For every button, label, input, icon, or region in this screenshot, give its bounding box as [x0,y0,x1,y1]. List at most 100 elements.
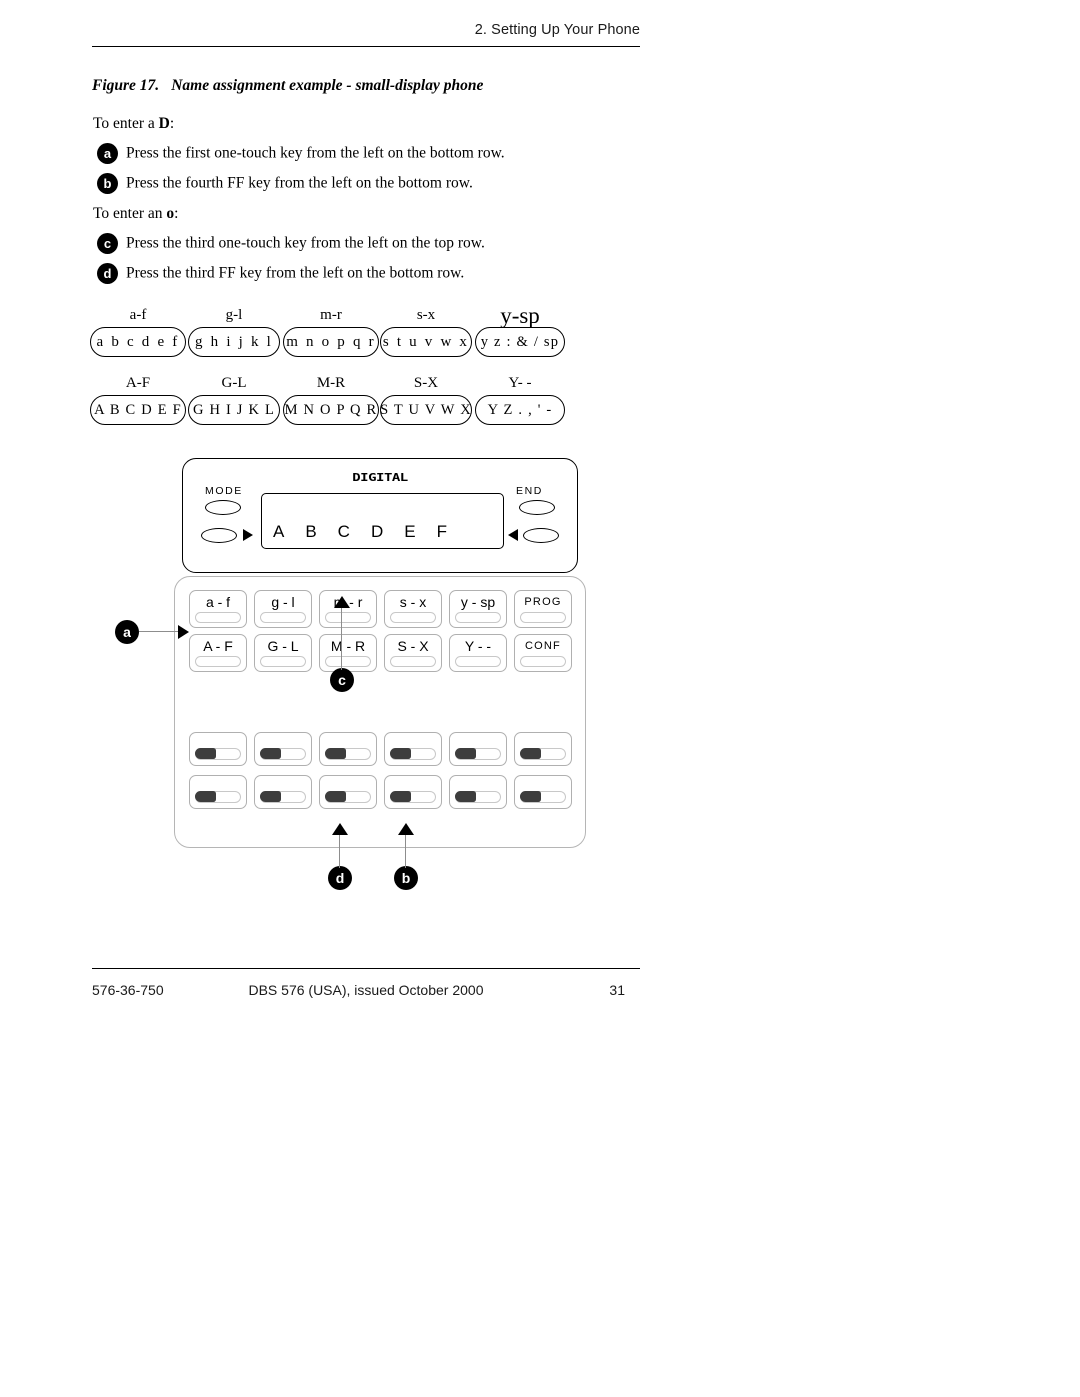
figure-title: Name assignment example - small-display … [171,77,484,94]
alphabet-letters-A-F: A B C D E F [90,395,186,425]
conf-key[interactable]: CONF [514,634,572,672]
ff-key-top-5[interactable] [449,732,507,766]
alphabet-letters-S-T-U-V-W-X: S T U V W X [380,395,472,425]
alphabet-letters-y-sp: y z : & / sp [475,327,565,357]
ff-key-top-1-slot [195,748,241,760]
onetouch-key-s-x-label: s - x [399,594,427,610]
alphabet-label-s-x: s-x [416,307,436,323]
onetouch-key-S-X[interactable]: S - X [384,634,442,672]
ff-key-bottom-6-slot [520,791,566,803]
ff-key-bottom-4[interactable] [384,775,442,809]
onetouch-key-G-L-label: G - L [267,638,299,654]
ff-key-bottom-1[interactable] [189,775,247,809]
instruction-step-c: c Press the third one-touch key from the … [97,233,485,259]
alphabet-row-uppercase: A-F A B C D E F G-L G H I J K L M-R M N … [90,374,570,436]
right-soft-key-button[interactable] [523,528,559,543]
onetouch-key-M-R[interactable]: M - R [319,634,377,672]
onetouch-key-y-sp[interactable]: y - sp [449,590,507,628]
onetouch-key-a-f-label: a - f [205,594,231,610]
alphabet-row-lowercase: a-f a b c d e f g-l g h i j k l m-r m n … [90,304,570,368]
ff-key-bottom-6[interactable] [514,775,572,809]
ff-key-top-6[interactable] [514,732,572,766]
phone-diagram: DIGITAL MODE END ABCDEF a - f g - l m - … [174,458,586,848]
phone-key-housing: a - f g - l m - r s - x y - sp PROG A - … [174,576,586,848]
mode-key-label: MODE [205,485,243,497]
callout-marker-d: d [328,866,352,890]
ff-key-bottom-5[interactable] [449,775,507,809]
step-text-c: Press the third one-touch key from the l… [126,234,485,252]
alphabet-group-y-sp-lower: y-sp y z : & / sp [475,304,565,357]
alphabet-label-g-l: g-l [225,307,243,323]
phone-display-housing: DIGITAL MODE END ABCDEF [182,458,578,573]
alphabet-letters-m-r: m n o p q r [283,327,379,357]
ff-key-top-4[interactable] [384,732,442,766]
alphabet-group-m-r-upper: M-R M N O P Q R [283,374,379,425]
onetouch-key-Y[interactable]: Y - - [449,634,507,672]
onetouch-key-s-x[interactable]: s - x [384,590,442,628]
alphabet-group-g-l-lower: g-l g h i j k l [188,306,280,357]
ff-key-top-3[interactable] [319,732,377,766]
mode-key-button[interactable] [205,500,241,515]
onetouch-key-G-L[interactable]: G - L [254,634,312,672]
step-marker-d-icon: d [97,263,118,284]
onetouch-key-S-X-label: S - X [397,638,429,654]
alphabet-group-s-x-lower: s-x s t u v w x [380,306,472,357]
prog-key[interactable]: PROG [514,590,572,628]
ff-key-bottom-3[interactable] [319,775,377,809]
lead-in-enter-d: To enter a D: [93,115,174,133]
onetouch-key-M-R-label: M - R [330,638,366,654]
callout-marker-b: b [394,866,418,890]
ff-key-bottom-3-slot [325,791,371,803]
ff-key-bottom-5-slot [455,791,501,803]
onetouch-key-a-f-slot [195,612,241,623]
callout-a-leader-line [139,631,178,633]
alphabet-letters-s-x: s t u v w x [380,327,472,357]
alphabet-assignment-chart: a-f a b c d e f g-l g h i j k l m-r m n … [90,304,570,440]
conf-key-label: CONF [525,640,561,652]
lead-in-d-char: D [158,115,170,132]
lcd-display-text: ABCDEF [273,522,468,541]
ff-key-top-2-slot [260,748,306,760]
callout-b-leader-line [405,833,407,868]
callout-c-arrowhead-icon [334,596,350,608]
callout-b-arrowhead-icon [398,823,414,835]
onetouch-key-g-l-label: g - l [271,594,295,610]
lead-in-enter-o: To enter an o: [93,205,178,223]
alphabet-label-Y: Y- - [508,375,532,391]
step-marker-b-icon: b [97,173,118,194]
alphabet-label-G-L: G-L [221,375,247,391]
onetouch-key-A-F[interactable]: A - F [189,634,247,672]
alphabet-label-M-R: M-R [316,375,346,391]
alphabet-letters-a-f: a b c d e f [90,327,186,357]
instruction-step-a: a Press the first one-touch key from the … [97,143,505,169]
ff-key-bottom-2[interactable] [254,775,312,809]
ff-key-top-1[interactable] [189,732,247,766]
callout-d-arrowhead-icon [332,823,348,835]
instruction-step-b: b Press the fourth FF key from the left o… [97,173,473,199]
onetouch-key-g-l-slot [260,612,306,623]
onetouch-key-a-f[interactable]: a - f [189,590,247,628]
left-soft-key-button[interactable] [201,528,237,543]
ff-key-bottom-2-slot [260,791,306,803]
lead-in-o-prefix: To enter an [93,205,167,222]
alphabet-letters-M-N-O-P-Q-R: M N O P Q R [283,395,379,425]
alphabet-group-g-l-upper: G-L G H I J K L [188,374,280,425]
onetouch-key-g-l[interactable]: g - l [254,590,312,628]
header-divider [92,46,640,47]
alphabet-letters-Y-Z-punct: Y Z . , ' - [475,395,565,425]
onetouch-key-A-F-label: A - F [203,638,233,654]
onetouch-key-Y-slot [455,656,501,667]
step-text-d: Press the third FF key from the left on … [126,264,465,282]
figure-caption: Figure 17. Name assignment example - smal… [92,77,483,95]
alphabet-group-y-upper: Y- - Y Z . , ' - [475,374,565,425]
instruction-step-d: d Press the third FF key from the left on… [97,263,464,289]
left-pointer-arrow-icon [243,529,253,541]
end-key-button[interactable] [519,500,555,515]
footer-divider [92,968,640,969]
onetouch-key-y-sp-label: y - sp [460,594,496,610]
callout-marker-a: a [115,620,139,644]
page-header-chapter: 2. Setting Up Your Phone [474,22,640,38]
ff-key-top-2[interactable] [254,732,312,766]
callout-a-arrowhead-icon [178,625,189,639]
alphabet-label-a-f: a-f [129,307,147,323]
